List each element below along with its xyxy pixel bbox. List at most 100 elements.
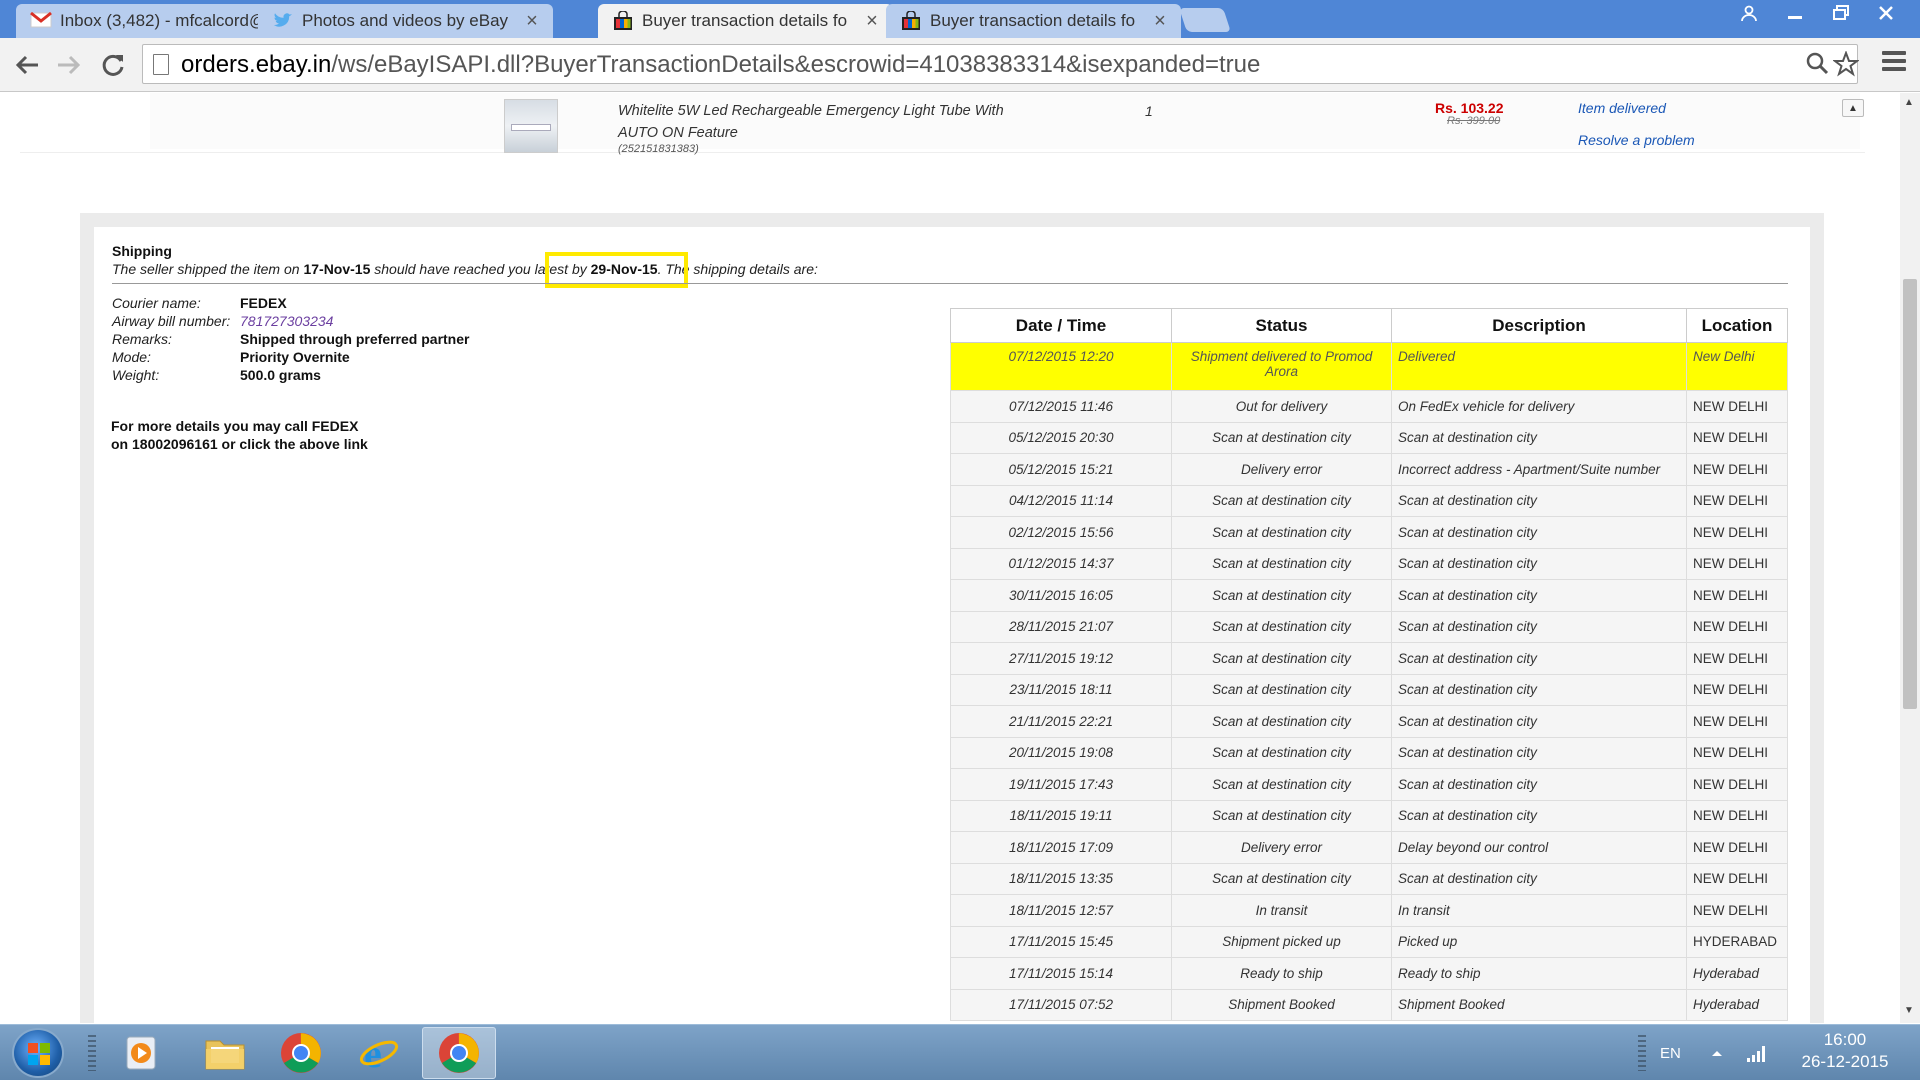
start-button[interactable]	[12, 1028, 64, 1078]
close-window-button[interactable]	[1860, 0, 1912, 26]
tracking-description: Scan at destination city	[1391, 484, 1687, 517]
tab-twitter[interactable]: Photos and videos by eBay ×	[258, 4, 553, 38]
shipping-text: The seller shipped the item on	[112, 261, 304, 277]
tracking-datetime: 19/11/2015 17:43	[950, 768, 1172, 801]
header-description: Description	[1391, 308, 1687, 343]
network-icon[interactable]	[1746, 1025, 1768, 1081]
tracking-status: Scan at destination city	[1171, 862, 1392, 895]
user-icon[interactable]	[1726, 0, 1772, 26]
back-button[interactable]	[10, 48, 44, 82]
tab-buyer-transaction-active[interactable]: Buyer transaction details fo ×	[598, 4, 893, 38]
resolve-problem-link[interactable]: Resolve a problem	[1578, 132, 1695, 148]
taskbar-grip	[88, 1035, 96, 1071]
language-indicator[interactable]: EN	[1660, 1025, 1681, 1081]
minimize-button[interactable]	[1772, 0, 1818, 26]
url-path: /ws/eBayISAPI.dll?BuyerTransactionDetail…	[331, 51, 1261, 78]
vertical-scrollbar[interactable]: ▲ ▼	[1900, 93, 1920, 1023]
item-number: (252151831383)	[618, 143, 699, 155]
tracking-location: Hyderabad	[1686, 957, 1788, 990]
internet-explorer-icon[interactable]: e	[348, 1027, 410, 1079]
tracking-location: HYDERABAD	[1686, 925, 1788, 958]
close-tab-icon[interactable]: ×	[863, 10, 881, 33]
contact-line: For more details you may call FEDEX	[111, 418, 359, 434]
star-bookmark-icon[interactable]	[1832, 50, 1860, 84]
tracking-datetime: 30/11/2015 16:05	[950, 579, 1172, 612]
tracking-datetime: 18/11/2015 19:11	[950, 799, 1172, 832]
item-price: Rs. 103.22	[1435, 100, 1504, 116]
tracking-location: NEW DELHI	[1686, 610, 1788, 643]
shipping-text: should have reached you	[370, 261, 535, 277]
tracking-datetime: 02/12/2015 15:56	[950, 516, 1172, 549]
field-label: Remarks:	[112, 331, 172, 347]
tracking-location: NEW DELHI	[1686, 484, 1788, 517]
file-explorer-icon[interactable]	[194, 1027, 256, 1079]
item-delivered-link[interactable]: Item delivered	[1578, 100, 1666, 116]
header-datetime: Date / Time	[950, 308, 1172, 343]
restore-button[interactable]	[1818, 0, 1864, 26]
field-label: Mode:	[112, 349, 151, 365]
tracking-body: 07/12/2015 12:20 Shipment delivered to Pr…	[950, 342, 1788, 1021]
url-host: orders.ebay.in	[181, 51, 332, 78]
chrome-menu-icon[interactable]	[1882, 51, 1906, 75]
tab-buyer-transaction[interactable]: Buyer transaction details fo ×	[886, 4, 1181, 38]
tracking-row: 17/11/2015 07:52 Shipment Booked Shipment …	[950, 988, 1788, 1021]
tracking-datetime: 27/11/2015 19:12	[950, 642, 1172, 675]
reload-button[interactable]	[96, 48, 130, 82]
tracking-datetime: 05/12/2015 15:21	[950, 453, 1172, 486]
tracking-location: NEW DELHI	[1686, 736, 1788, 769]
chrome-icon[interactable]	[270, 1027, 332, 1079]
tracking-description: Scan at destination city	[1391, 768, 1687, 801]
tracking-row: 23/11/2015 18:11 Scan at destination city…	[950, 673, 1788, 706]
clock-time: 16:00	[1823, 1030, 1867, 1049]
scroll-down-icon[interactable]: ▼	[1904, 1005, 1914, 1016]
chrome-active-icon[interactable]	[422, 1027, 496, 1079]
gmail-icon	[30, 11, 52, 31]
tracking-row: 18/11/2015 17:09 Delivery error Delay beyo…	[950, 831, 1788, 864]
url-text[interactable]: orders.ebay.in/ws/eBayISAPI.dll?BuyerTra…	[181, 51, 1260, 79]
forward-button[interactable]	[52, 48, 86, 82]
tracking-status: Delivery error	[1171, 453, 1392, 486]
scrollbar-thumb[interactable]	[1903, 279, 1917, 709]
tracking-row: 17/11/2015 15:45 Shipment picked up Picked…	[950, 925, 1788, 958]
tracking-datetime: 17/11/2015 15:14	[950, 957, 1172, 990]
tracking-description: Delivered	[1391, 342, 1687, 391]
tab-title: Photos and videos by eBay	[302, 11, 509, 30]
tracking-description: On FedEx vehicle for delivery	[1391, 390, 1687, 423]
tracking-description: Scan at destination city	[1391, 547, 1687, 580]
clock-date: 26-12-2015	[1801, 1052, 1889, 1071]
tracking-row: 07/12/2015 11:46 Out for delivery On FedEx…	[950, 390, 1788, 423]
shipping-box: Shipping The seller shipped the item on …	[94, 227, 1810, 1023]
address-bar[interactable]: orders.ebay.in/ws/eBayISAPI.dll?BuyerTra…	[142, 44, 1860, 84]
item-title[interactable]: Whitelite 5W Led Rechargeable Emergency …	[618, 100, 1008, 144]
close-tab-icon[interactable]: ×	[523, 10, 541, 33]
tracking-row: 05/12/2015 15:21 Delivery error Incorrect …	[950, 453, 1788, 486]
tracking-location: NEW DELHI	[1686, 579, 1788, 612]
remarks-row: Remarks: Shipped through preferred partne…	[112, 331, 469, 347]
media-player-icon[interactable]	[110, 1027, 172, 1079]
tracking-status: Out for delivery	[1171, 390, 1392, 423]
tracking-datetime: 17/11/2015 15:45	[950, 925, 1172, 958]
collapse-button[interactable]: ▲	[1842, 99, 1864, 117]
header-location: Location	[1686, 308, 1788, 343]
tracking-location: NEW DELHI	[1686, 673, 1788, 706]
show-hidden-icons[interactable]	[1710, 1025, 1724, 1081]
new-tab-button[interactable]	[1179, 8, 1231, 32]
airway-bill-link[interactable]: 781727303234	[240, 313, 333, 329]
tracking-datetime: 28/11/2015 21:07	[950, 610, 1172, 643]
item-thumbnail[interactable]	[504, 99, 558, 153]
tracking-row: 02/12/2015 15:56 Scan at destination city…	[950, 516, 1788, 549]
tracking-row: 30/11/2015 16:05 Scan at destination city…	[950, 579, 1788, 612]
search-icon[interactable]	[1805, 51, 1829, 82]
scroll-up-icon[interactable]: ▲	[1904, 97, 1914, 108]
shipping-panel: Shipping The seller shipped the item on …	[80, 213, 1824, 1023]
tracking-location: NEW DELHI	[1686, 862, 1788, 895]
tracking-description: Scan at destination city	[1391, 862, 1687, 895]
close-tab-icon[interactable]: ×	[1151, 10, 1169, 33]
tracking-status: Scan at destination city	[1171, 673, 1392, 706]
system-clock[interactable]: 16:00 26-12-2015	[1790, 1029, 1900, 1073]
divider	[112, 283, 1788, 284]
tracking-description: Scan at destination city	[1391, 673, 1687, 706]
contact-note: For more details you may call FEDEX on 18…	[111, 417, 368, 453]
mode-value: Priority Overnite	[240, 349, 350, 365]
order-item-row: Whitelite 5W Led Rechargeable Emergency …	[20, 93, 1865, 155]
